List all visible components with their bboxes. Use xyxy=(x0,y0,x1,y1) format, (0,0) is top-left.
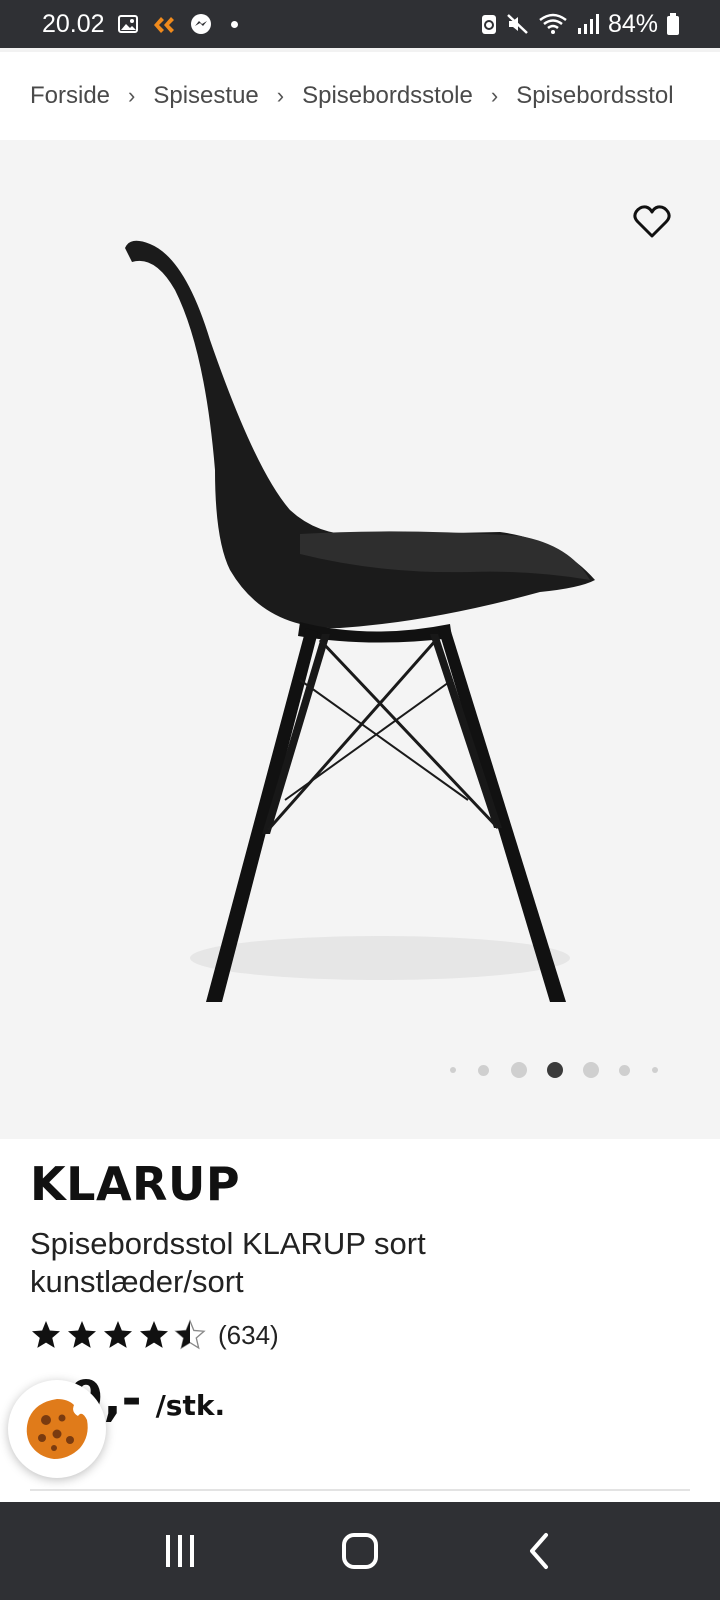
pagination-dot[interactable] xyxy=(511,1062,527,1078)
home-icon xyxy=(342,1533,378,1569)
star-icon xyxy=(140,1321,168,1348)
divider xyxy=(30,1489,690,1491)
breadcrumb: Forside › Spisestue › Spisebordsstole › … xyxy=(0,48,720,140)
home-button[interactable] xyxy=(330,1521,390,1581)
back-icon xyxy=(530,1533,548,1569)
status-right: 84% xyxy=(480,10,680,39)
pagination-dot[interactable] xyxy=(619,1064,630,1076)
status-left: 20.02 xyxy=(42,10,238,39)
gallery-icon xyxy=(117,13,139,35)
cookie-icon xyxy=(26,1399,88,1459)
battery-icon xyxy=(666,12,680,36)
wifi-icon xyxy=(538,12,568,36)
heart-icon xyxy=(633,205,671,238)
app-icon xyxy=(151,13,177,35)
wishlist-button[interactable] xyxy=(632,202,672,242)
gallery-pagination xyxy=(450,1062,658,1078)
back-button[interactable] xyxy=(510,1521,570,1581)
battery-percent: 84% xyxy=(607,9,658,38)
star-icon xyxy=(104,1321,132,1348)
chevron-right-icon: › xyxy=(276,83,285,108)
product-description: Spisebordsstol KLARUP sort kunstlæder/so… xyxy=(30,1226,426,1299)
chevron-right-icon: › xyxy=(128,83,136,108)
star-icon xyxy=(68,1321,96,1348)
messenger-icon xyxy=(189,12,213,36)
pagination-dot-active[interactable] xyxy=(547,1062,563,1078)
cookie-settings-button[interactable] xyxy=(8,1380,106,1478)
star-rating xyxy=(30,1319,206,1351)
battery-saver-icon xyxy=(480,12,498,36)
pagination-dot[interactable] xyxy=(652,1067,658,1073)
system-navigation-bar xyxy=(0,1502,720,1600)
price-row: 9,- /stk. xyxy=(30,1371,720,1427)
breadcrumb-item-forside[interactable]: Forside xyxy=(30,82,110,110)
product-brand: KLARUP xyxy=(30,1157,241,1211)
breadcrumb-fade xyxy=(690,52,720,140)
mute-icon xyxy=(506,12,530,36)
status-bar: 20.02 84% xyxy=(0,0,720,48)
pagination-dot[interactable] xyxy=(583,1062,599,1078)
product-image-gallery[interactable] xyxy=(0,140,720,1139)
chair-image xyxy=(125,240,595,1002)
pagination-dot[interactable] xyxy=(478,1064,489,1076)
breadcrumb-item-spisestue[interactable]: Spisestue xyxy=(153,82,258,110)
dot-icon xyxy=(230,20,238,28)
breadcrumb-item-current: Spisebordsstol xyxy=(516,82,674,109)
recent-apps-icon xyxy=(166,1535,194,1567)
review-count[interactable]: (634) xyxy=(218,1320,279,1351)
product-rating[interactable]: (634) xyxy=(30,1319,720,1351)
price-unit: /stk. xyxy=(155,1389,226,1422)
pagination-dot[interactable] xyxy=(450,1067,456,1073)
signal-icon xyxy=(576,12,600,36)
half-star-icon xyxy=(174,1319,206,1350)
product-info: KLARUP Spisebordsstol KLARUP sort kunstl… xyxy=(0,1139,720,1502)
breadcrumb-item-spisebordsstole[interactable]: Spisebordsstole xyxy=(302,82,473,110)
clock: 20.02 xyxy=(42,9,105,38)
star-icon xyxy=(32,1321,60,1348)
recent-apps-button[interactable] xyxy=(150,1521,210,1581)
chevron-right-icon: › xyxy=(490,83,499,108)
